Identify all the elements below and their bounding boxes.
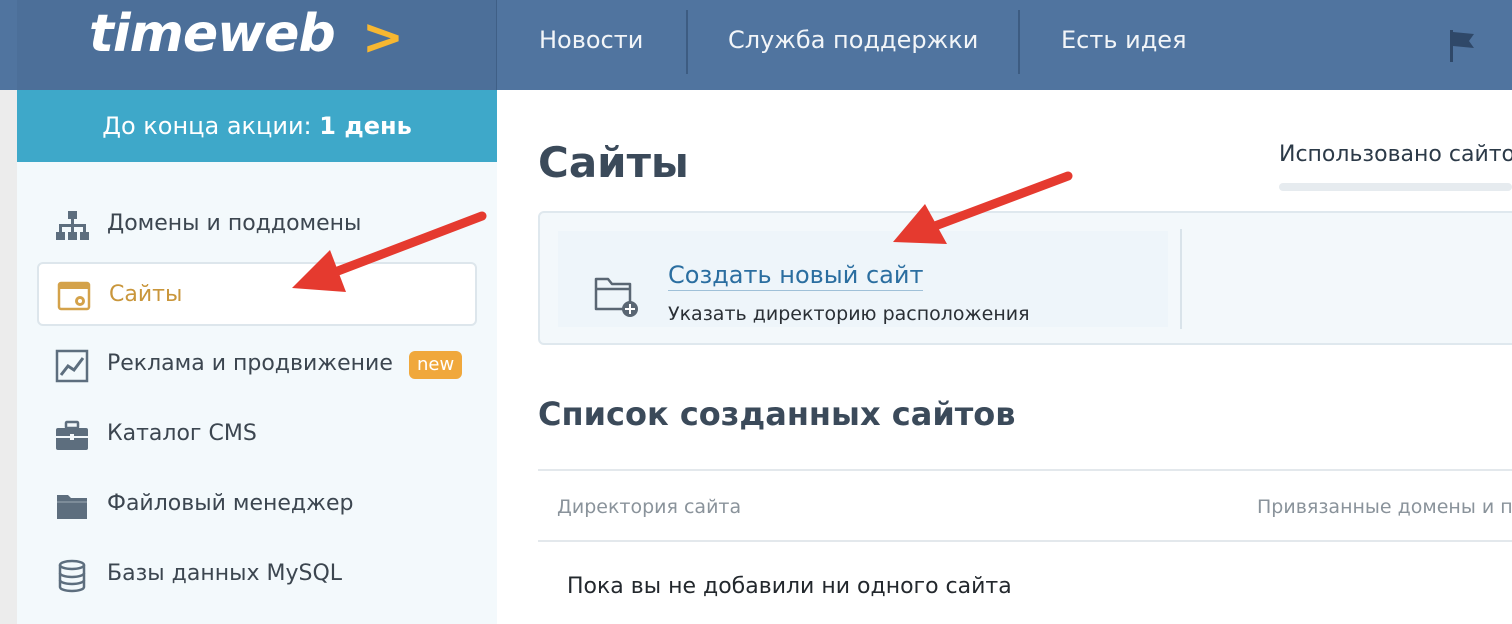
briefcase-icon [56,420,88,450]
sidebar-item-label: Файловый менеджер [107,491,354,516]
column-header-domains: Привязанные домены и п [1257,496,1512,518]
sidebar-item-label: Каталог CMS [107,421,257,446]
sidebar-item-sites[interactable]: Сайты [37,262,477,326]
flag-icon[interactable] [1448,30,1476,62]
promo-prefix: До конца акции: [102,112,312,140]
sidebar-item-mysql[interactable]: Базы данных MySQL [37,543,477,607]
sidebar-item-cms[interactable]: Каталог CMS [37,403,477,467]
create-site-link[interactable]: Создать новый сайт [668,261,924,291]
usage-progress-bar [1279,183,1512,191]
usage-label: Использовано сайто [1279,142,1512,167]
sidebar-item-label: Базы данных MySQL [107,561,343,586]
nav-separator [1018,10,1020,74]
logo-text[interactable]: timeweb [89,4,336,64]
promo-banner[interactable]: До конца акции: 1 день [17,90,497,162]
empty-list-message: Пока вы не добавили ни одного сайта [567,574,1012,599]
sidebar-item-label: Реклама и продвижение [107,351,393,376]
nav-separator [686,10,688,74]
promo-value: 1 день [319,112,412,140]
folder-plus-icon[interactable] [594,275,642,319]
create-site-card[interactable]: Создать новый сайт Указать директорию ра… [558,231,1168,327]
sidebar-edge [0,90,17,624]
new-badge: new [409,351,463,379]
sidebar-item-promotion[interactable]: Реклама и продвижение new [37,333,477,397]
sidebar-item-label: Домены и поддомены [107,211,362,236]
folder-icon [57,495,87,519]
sidebar-item-domains[interactable]: Домены и поддомены [37,193,477,257]
sidebar: До конца акции: 1 день Домены и поддомен… [17,90,497,624]
sitemap-icon [56,211,89,240]
panel-divider [1180,229,1182,329]
top-header: timeweb > Новости Служба поддержки Есть … [0,0,1512,90]
nav-support[interactable]: Служба поддержки [728,26,978,54]
sidebar-item-label: Сайты [109,282,183,307]
logo-mark: > [362,8,404,66]
logo-zone: timeweb > [17,0,497,90]
nav-news[interactable]: Новости [539,26,643,54]
database-icon [58,559,86,593]
website-gear-icon [57,281,91,311]
column-header-directory: Директория сайта [557,496,742,518]
create-site-panel: Создать новый сайт Указать директорию ра… [538,211,1512,345]
table-header-border [538,540,1512,542]
chart-icon [55,349,89,383]
sites-list-title: Список созданных сайтов [538,395,1016,433]
sidebar-item-files[interactable]: Файловый менеджер [37,473,477,537]
nav-idea[interactable]: Есть идея [1061,26,1187,54]
table-top-border [538,469,1512,471]
page-title: Сайты [538,138,689,187]
create-site-subtitle: Указать директорию расположения [668,303,1030,325]
